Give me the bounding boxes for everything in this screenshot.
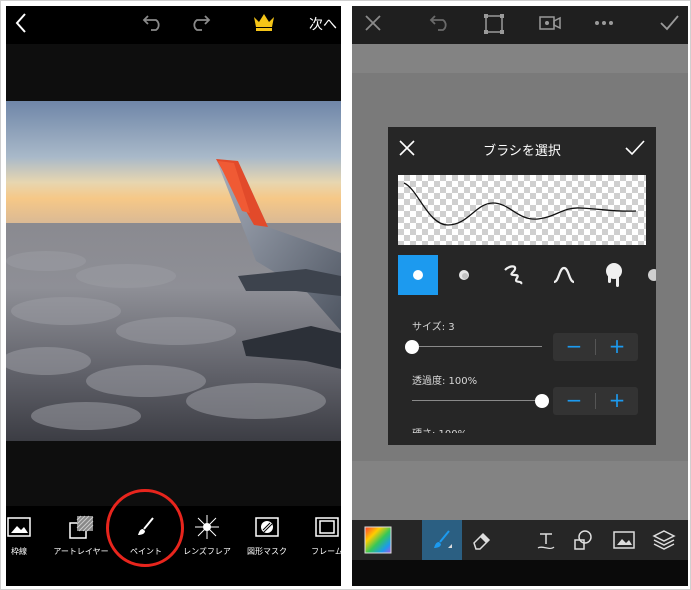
tool-lens-flare[interactable]: レンズフレア — [174, 514, 240, 557]
size-increase-button[interactable]: + — [596, 333, 638, 361]
airplane-wing-photo — [6, 101, 341, 441]
brush-round-hard[interactable] — [398, 255, 438, 295]
undo-icon[interactable] — [141, 12, 165, 38]
layers-icon[interactable] — [648, 526, 680, 554]
apply-check-icon[interactable] — [658, 12, 680, 38]
close-icon[interactable] — [362, 12, 384, 38]
dialog-title: ブラシを選択 — [483, 144, 561, 159]
image-frame-icon — [6, 514, 34, 540]
screenshot-frame: 次へ 枠線 アートレイヤー ペイント レンズフレア 図形マスク フレーム ブラシ… — [0, 0, 691, 590]
lens-flare-icon — [192, 514, 222, 540]
right-phone-screen: ブラシを選択 サイズ: 3 − + 透過度: 100% − + — [352, 6, 688, 586]
tool-frame-border[interactable]: 枠線 — [6, 514, 52, 557]
crop-transform-icon[interactable] — [482, 12, 506, 40]
opacity-slider-thumb[interactable] — [535, 394, 549, 408]
brush-more[interactable] — [634, 255, 656, 295]
text-tool-icon[interactable] — [530, 526, 562, 554]
shape-tool-icon[interactable] — [567, 526, 599, 554]
color-picker-icon[interactable] — [362, 526, 394, 554]
redo-icon[interactable] — [188, 12, 212, 38]
undo-icon[interactable] — [428, 12, 452, 38]
opacity-label: 透過度: 100% — [412, 376, 478, 387]
size-label: サイズ: 3 — [412, 322, 455, 333]
confirm-check-icon[interactable] — [624, 139, 646, 161]
left-phone-screen: 次へ 枠線 アートレイヤー ペイント レンズフレア 図形マスク フレーム — [6, 6, 341, 586]
opacity-stepper: − + — [553, 387, 638, 415]
crown-icon[interactable] — [253, 12, 275, 38]
top-bar: 次へ — [6, 6, 341, 44]
next-button[interactable]: 次へ — [309, 12, 337, 38]
eraser-icon[interactable] — [466, 526, 498, 554]
paint-toolbar — [352, 520, 688, 560]
brush-round-soft[interactable] — [444, 255, 484, 295]
more-icon[interactable] — [592, 12, 616, 38]
frame-icon — [312, 514, 341, 540]
size-decrease-button[interactable]: − — [553, 333, 595, 361]
brush-select-dialog: ブラシを選択 サイズ: 3 − + 透過度: 100% − + — [388, 127, 656, 445]
tool-art-layer[interactable]: アートレイヤー — [48, 514, 114, 557]
opacity-increase-button[interactable]: + — [596, 387, 638, 415]
canvas-margin-top — [6, 44, 341, 101]
brush-type-list — [398, 255, 656, 295]
size-stepper: − + — [553, 333, 638, 361]
brush-drip[interactable] — [594, 255, 634, 295]
dialog-header: ブラシを選択 — [388, 127, 656, 171]
hardness-label: 硬さ: 100% — [412, 425, 467, 433]
bottom-bar — [352, 560, 688, 586]
canvas-margin-bottom — [6, 441, 341, 506]
opacity-decrease-button[interactable]: − — [553, 387, 595, 415]
tool-shape-mask[interactable]: 図形マスク — [234, 514, 300, 557]
top-bar — [352, 6, 688, 44]
brush-scribble[interactable] — [494, 255, 534, 295]
opacity-slider[interactable] — [412, 391, 549, 411]
brush-stroke-preview — [398, 175, 646, 245]
image-insert-icon[interactable] — [608, 526, 640, 554]
brush-wave[interactable] — [544, 255, 584, 295]
art-layer-icon — [66, 514, 96, 540]
brush-tool-button[interactable] — [422, 520, 462, 560]
highlight-circle — [106, 489, 184, 567]
video-camera-icon[interactable] — [538, 12, 562, 38]
back-icon[interactable] — [14, 12, 28, 40]
shape-mask-icon — [252, 514, 282, 540]
tool-frame[interactable]: フレーム — [294, 514, 341, 557]
size-slider[interactable] — [405, 337, 542, 357]
size-slider-thumb[interactable] — [405, 340, 419, 354]
